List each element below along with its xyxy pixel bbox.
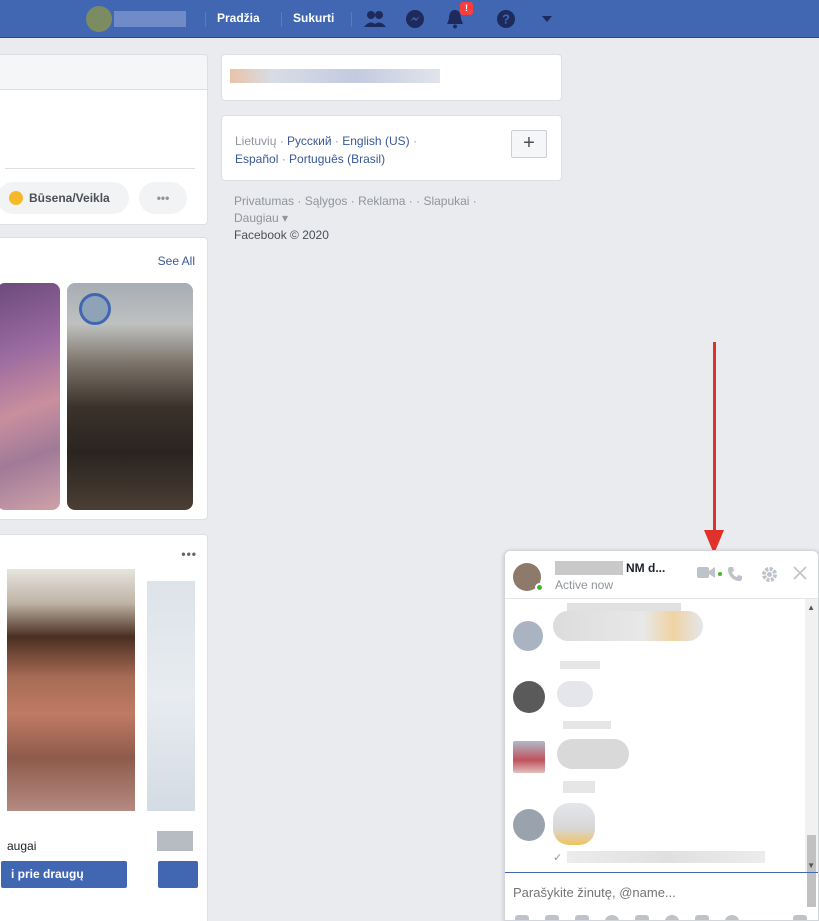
call-available-dot — [718, 572, 722, 576]
mutual-friends-text: augai — [7, 839, 37, 853]
composer-divider — [5, 168, 195, 169]
suggested-friend-name-redacted — [157, 831, 193, 851]
seen-check-icon: ✓ — [553, 852, 563, 864]
chat-header[interactable]: NM d... Active now — [505, 551, 818, 599]
see-all-stories-link[interactable]: See All — [158, 254, 195, 268]
sender-avatar — [513, 809, 545, 841]
language-link-english[interactable]: English (US) — [342, 134, 409, 148]
language-link-russian[interactable]: Русский — [287, 134, 332, 148]
chat-message-input[interactable] — [513, 885, 803, 900]
chat-contact-name[interactable]: NM d... — [626, 561, 665, 575]
chat-status: Active now — [555, 578, 614, 592]
scroll-up-icon[interactable]: ▲ — [807, 603, 815, 612]
online-status-dot — [535, 583, 544, 592]
language-link-portuguese[interactable]: Português (Brasil) — [289, 152, 385, 166]
suggested-friend-photo[interactable] — [147, 581, 195, 811]
story-thumbnail[interactable] — [0, 283, 60, 510]
language-link-spanish[interactable]: Español — [235, 152, 278, 166]
camera-icon[interactable] — [635, 915, 649, 920]
nav-separator — [351, 12, 352, 27]
language-list: Lietuvių · Русский · English (US) · Espa… — [235, 134, 417, 166]
add-language-button[interactable]: + — [511, 130, 547, 158]
redacted-message-text — [567, 851, 765, 863]
sender-avatar — [513, 741, 545, 773]
svg-text:?: ? — [502, 12, 510, 27]
add-friend-label: i prie draugų — [11, 867, 84, 881]
story-author-avatar — [79, 293, 111, 325]
nav-separator — [281, 12, 282, 27]
add-friend-button-2[interactable] — [158, 861, 198, 888]
profile-name-redacted[interactable] — [114, 11, 186, 27]
close-icon[interactable] — [793, 566, 807, 584]
redacted-message-text — [567, 603, 681, 611]
voice-clip-icon[interactable] — [725, 915, 739, 920]
gif-icon[interactable] — [575, 915, 589, 920]
notification-badge: ! — [460, 2, 473, 15]
help-icon[interactable]: ? — [493, 6, 519, 32]
nav-separator — [205, 12, 206, 27]
voice-call-icon[interactable] — [727, 566, 743, 586]
current-language: Lietuvių — [235, 134, 277, 148]
chat-window: NM d... Active now ✓ ▲ ▼ — [504, 550, 819, 921]
top-navigation-bar: Pradžia Sukurti ! ? — [0, 0, 819, 38]
account-menu-chevron-down-icon[interactable] — [534, 6, 560, 32]
friend-requests-icon[interactable] — [362, 6, 388, 32]
stories-card: See All — [0, 237, 208, 520]
payment-icon[interactable] — [695, 915, 709, 920]
attach-file-icon[interactable] — [515, 915, 529, 920]
add-friend-button[interactable]: i prie draugų — [1, 861, 127, 888]
profile-avatar[interactable] — [86, 6, 112, 32]
composer-more-button[interactable]: ••• — [139, 182, 187, 214]
home-link[interactable]: Pradžia — [217, 11, 260, 25]
composer-header — [0, 54, 208, 90]
redacted-sender-name — [563, 721, 611, 729]
story-thumbnail[interactable] — [67, 283, 193, 510]
redacted-text — [230, 69, 440, 83]
footer-link-terms[interactable]: Sąlygos — [305, 194, 348, 208]
sender-avatar — [513, 621, 543, 651]
chat-scrollbar[interactable]: ▲ ▼ — [805, 599, 818, 907]
like-thumb-icon[interactable] — [793, 915, 807, 920]
more-dots-icon: ••• — [156, 191, 170, 205]
create-link[interactable]: Sukurti — [293, 11, 334, 25]
chat-name-redacted — [555, 561, 623, 575]
redacted-sponsored-card — [221, 54, 562, 101]
video-call-icon[interactable] — [697, 566, 715, 583]
game-icon[interactable] — [665, 915, 679, 920]
chat-composer — [505, 872, 818, 920]
scroll-down-icon[interactable]: ▼ — [807, 861, 815, 870]
copyright: Facebook © 2020 — [234, 228, 329, 242]
sender-avatar — [513, 681, 545, 713]
people-you-may-know-card: ••• augai i prie draugų — [0, 534, 208, 921]
message-bubble — [557, 681, 593, 707]
message-bubble — [553, 611, 703, 641]
emoji-icon[interactable] — [605, 915, 619, 920]
language-selector-card: Lietuvių · Русский · English (US) · Espa… — [221, 115, 562, 181]
settings-gear-icon[interactable] — [761, 566, 778, 587]
suggested-friend-photo[interactable] — [7, 569, 135, 811]
post-composer: Būsena/Veikla ••• — [0, 90, 208, 225]
message-bubble — [557, 739, 629, 769]
redacted-sender-name — [560, 661, 600, 669]
sticker-icon[interactable] — [545, 915, 559, 920]
footer-link-more[interactable]: Daugiau — [234, 211, 279, 225]
footer-link-ads[interactable]: Reklama — [358, 194, 405, 208]
footer-link-privacy[interactable]: Privatumas — [234, 194, 294, 208]
status-activity-button[interactable]: Būsena/Veikla — [0, 182, 129, 214]
redacted-text — [563, 781, 595, 793]
status-activity-label: Būsena/Veikla — [29, 191, 110, 205]
footer-links: Privatumas · Sąlygos · Reklama · · Slapu… — [234, 194, 477, 242]
footer-link-cookies[interactable]: Slapukai — [423, 194, 469, 208]
messenger-icon[interactable] — [402, 6, 428, 32]
more-options-icon[interactable]: ••• — [181, 547, 197, 561]
message-bubble — [553, 803, 595, 845]
smiley-icon — [9, 191, 23, 205]
annotation-arrow — [713, 342, 716, 534]
